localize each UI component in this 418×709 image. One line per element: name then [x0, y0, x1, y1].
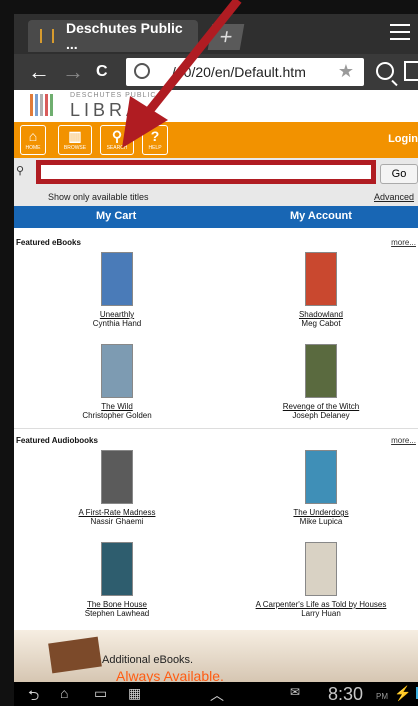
book-title[interactable]: The Wild [42, 402, 192, 411]
go-button[interactable]: Go [380, 164, 418, 184]
my-account-link[interactable]: My Account [290, 210, 352, 222]
login-link[interactable]: Login [388, 133, 418, 145]
featured-content: Featured eBooks more... Unearthly Cynthi… [14, 228, 418, 630]
recent-apps-icon[interactable]: ▭ [94, 685, 107, 702]
android-system-bar: ⮌ ⌂ ▭ ▦ ︿ ✉ 8:30 PM ⚡ [14, 682, 418, 706]
home-icon[interactable]: ⌂ [60, 685, 68, 701]
book-title[interactable]: Revenge of the Witch [246, 402, 396, 411]
promo-line-1: Additional eBooks. [102, 654, 194, 666]
forward-button[interactable]: → [62, 60, 84, 84]
cart-account-bar: My Cart My Account [14, 206, 418, 228]
book-cover[interactable] [101, 542, 133, 596]
book-author: Nassir Ghaemi [90, 517, 144, 526]
browser-tab-title: Deschutes Public ... [65, 20, 183, 52]
browser-tab-bar: Deschutes Public ... + [14, 14, 418, 54]
books-graphic-icon [48, 636, 102, 674]
new-tab-button[interactable]: + [207, 24, 245, 50]
book-cover[interactable] [305, 344, 337, 398]
book-title[interactable]: The Bone House [42, 600, 192, 609]
menu-icon[interactable] [390, 24, 410, 44]
book-cover[interactable] [305, 542, 337, 596]
status-clock: 8:30 [328, 684, 364, 704]
featured-audiobooks-title: Featured Audiobooks [16, 436, 98, 445]
wifi-icon: ⚡ [394, 685, 412, 701]
bookmark-star-icon[interactable]: ★ [338, 61, 354, 82]
url-text: /40/20/en/Default.htm [172, 64, 306, 80]
library-header: DESCHUTES PUBLIC LIBRA [14, 90, 418, 122]
screenshot-icon[interactable]: ▦ [128, 685, 141, 702]
library-name-small: DESCHUTES PUBLIC [70, 92, 157, 99]
list-item[interactable]: The Underdogs Mike Lupica [246, 450, 396, 526]
list-item[interactable]: The Wild Christopher Golden [42, 344, 192, 420]
book-cover[interactable] [101, 344, 133, 398]
reload-button[interactable]: C [96, 60, 108, 84]
chevron-up-icon[interactable]: ︿ [210, 685, 224, 705]
list-item[interactable]: Unearthly Cynthia Hand [42, 252, 192, 328]
help-icon: ? [150, 128, 160, 144]
promo-banner[interactable]: Additional eBooks. Always Available. [14, 630, 418, 684]
nav-home-button[interactable]: ⌂ HOME [20, 125, 46, 155]
library-name-large: LIBRA [70, 100, 143, 120]
list-item[interactable]: Shadowland Meg Cabot [246, 252, 396, 328]
status-ampm: PM [376, 692, 388, 701]
globe-icon [134, 63, 150, 79]
search-magnifier-icon: ⚲ [16, 165, 25, 177]
list-item[interactable]: Revenge of the Witch Joseph Delaney [246, 344, 396, 420]
nav-search-button[interactable]: ⚲ SEARCH [100, 125, 134, 155]
nav-help-label: HELP [148, 145, 162, 151]
mail-icon: ✉ [290, 685, 301, 699]
book-author: Larry Huan [301, 609, 341, 618]
search-input[interactable] [36, 160, 376, 184]
nav-search-label: SEARCH [106, 145, 128, 151]
available-only-checkbox-label[interactable]: Show only available titles [48, 192, 149, 202]
back-button[interactable]: ← [28, 60, 50, 84]
library-logo-icon [30, 94, 53, 116]
bookmarks-icon[interactable] [404, 61, 418, 81]
book-author: Cynthia Hand [92, 319, 142, 328]
book-title[interactable]: A First-Rate Madness [42, 508, 192, 517]
book-title[interactable]: A Carpenter's Life as Told by Houses [246, 600, 396, 609]
featured-ebooks-title: Featured eBooks [16, 238, 81, 247]
search-row: ⚲ Go Show only available titles Advanced [14, 158, 418, 206]
book-title[interactable]: Shadowland [246, 310, 396, 319]
list-item[interactable]: A First-Rate Madness Nassir Ghaemi [42, 450, 192, 526]
book-title[interactable]: The Underdogs [246, 508, 396, 517]
book-author: Stephen Lawhead [84, 609, 150, 618]
nav-browse-label: BROWSE [63, 145, 87, 151]
device-bezel-left [0, 0, 14, 706]
url-field[interactable]: /40/20/en/Default.htm ★ [126, 58, 364, 86]
nav-home-label: HOME [25, 145, 41, 151]
nav-browse-button[interactable]: ▥ BROWSE [58, 125, 92, 155]
list-item[interactable]: The Bone House Stephen Lawhead [42, 542, 192, 618]
featured-audiobooks-more-link[interactable]: more... [391, 436, 416, 445]
book-author: Joseph Delaney [292, 411, 350, 420]
home-icon: ⌂ [28, 128, 38, 144]
device-bezel-top [0, 0, 418, 14]
search-icon: ⚲ [111, 128, 123, 144]
featured-ebooks-more-link[interactable]: more... [391, 238, 416, 247]
book-author: Meg Cabot [301, 319, 341, 328]
book-cover[interactable] [101, 450, 133, 504]
book-cover[interactable] [305, 252, 337, 306]
book-author: Christopher Golden [82, 411, 152, 420]
advanced-search-link[interactable]: Advanced [374, 192, 414, 202]
list-item[interactable]: A Carpenter's Life as Told by Houses Lar… [246, 542, 396, 618]
browser-tab[interactable]: Deschutes Public ... [28, 20, 198, 52]
search-icon[interactable] [376, 62, 394, 80]
library-favicon-icon [40, 29, 54, 43]
section-divider [14, 428, 418, 429]
book-cover[interactable] [101, 252, 133, 306]
my-cart-link[interactable]: My Cart [96, 210, 136, 222]
device-frame: Deschutes Public ... + ← → C /40/20/en/D… [0, 0, 418, 706]
book-author: Mike Lupica [299, 517, 343, 526]
nav-help-button[interactable]: ? HELP [142, 125, 168, 155]
book-cover[interactable] [305, 450, 337, 504]
back-icon[interactable]: ⮌ [28, 685, 39, 709]
browser-address-bar: ← → C /40/20/en/Default.htm ★ [14, 54, 418, 90]
book-title[interactable]: Unearthly [42, 310, 192, 319]
book-icon: ▥ [68, 128, 82, 144]
site-nav-bar: ⌂ HOME ▥ BROWSE ⚲ SEARCH ? HELP Login [14, 122, 418, 158]
